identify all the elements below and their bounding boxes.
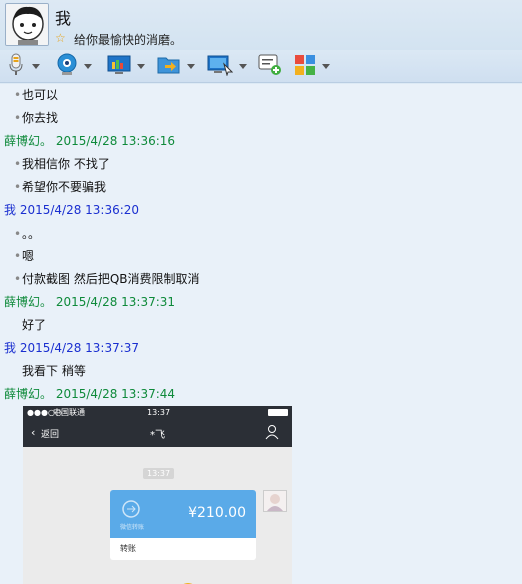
message-text: 也可以 [22, 88, 59, 102]
back-icon: ‹ [31, 426, 36, 439]
sender-timestamp: 我 2015/4/28 13:36:20 [4, 203, 140, 217]
message-text: 希望你不要骗我 [22, 180, 107, 194]
message-text: 你去找 [22, 111, 59, 125]
phone-nav-bar: ‹ 返回 *飞 [23, 419, 292, 447]
video-button[interactable] [56, 53, 92, 79]
chat-header: 我 ☆ 给你最愉快的消磨。 [0, 0, 522, 50]
chevron-down-icon[interactable] [322, 63, 330, 69]
message-text: 。。 [22, 227, 41, 241]
battery-icon [268, 409, 288, 416]
profile-icon [265, 424, 279, 443]
transfer-label: 转账 [120, 544, 136, 553]
sender-timestamp: 薛博幻。 2015/4/28 13:37:31 [4, 295, 176, 309]
chat-history[interactable]: • 也可以 • 你去找 薛博幻。 2015/4/28 13:36:16 • 我相… [0, 84, 522, 584]
avatar[interactable] [5, 3, 49, 46]
payment-screenshot-image[interactable]: ●●●○○ 中国联通 13:37 ‹ 返回 *飞 13:37 微信转账 ¥210… [23, 406, 292, 584]
back-label: 返回 [41, 430, 60, 440]
message-text: 好了 [22, 318, 47, 332]
voice-button[interactable] [6, 53, 40, 79]
signature-text: 给你最愉快的消磨。 [74, 33, 183, 47]
chat-title: *飞 [150, 430, 165, 441]
transfer-amount: ¥210.00 [188, 505, 246, 521]
transfer-card: 微信转账 ¥210.00 转账 [110, 490, 256, 560]
chevron-down-icon[interactable] [137, 63, 145, 69]
remote-desktop-icon [207, 54, 234, 79]
apps-icon [294, 54, 316, 79]
screen-share-icon [107, 54, 131, 79]
toolbar [0, 50, 522, 83]
sender-timestamp: 薛博幻。 2015/4/28 13:37:44 [4, 387, 176, 401]
file-transfer-icon [157, 54, 181, 79]
message-text: 付款截图 然后把QB消费限制取消 [22, 272, 200, 286]
chevron-down-icon[interactable] [239, 63, 247, 69]
sticker-image [163, 571, 213, 584]
star-icon: ☆ [55, 31, 66, 45]
status-time: 13:37 [147, 408, 171, 417]
sender-timestamp: 我 2015/4/28 13:37:37 [4, 341, 140, 355]
chevron-down-icon[interactable] [187, 63, 195, 69]
screen-share-button[interactable] [107, 53, 145, 79]
message-text: 我看下 稍等 [22, 364, 86, 378]
message-time: 13:37 [143, 468, 175, 479]
camera-icon [56, 53, 78, 80]
transfer-tag: 微信转账 [120, 524, 145, 531]
remote-desktop-button[interactable] [207, 53, 247, 79]
sender-timestamp: 薛博幻。 2015/4/28 13:36:16 [4, 134, 176, 148]
peer-avatar [263, 490, 287, 512]
message-text: 嗯 [22, 249, 35, 263]
transfer-icon [122, 500, 140, 521]
add-message-icon [258, 53, 282, 80]
phone-status-bar: ●●●○○ 中国联通 13:37 [23, 406, 292, 419]
file-transfer-button[interactable] [157, 53, 195, 79]
chevron-down-icon[interactable] [32, 63, 40, 69]
apps-button[interactable] [294, 53, 330, 79]
message-text: 我相信你 不找了 [22, 157, 110, 171]
chevron-down-icon[interactable] [84, 63, 92, 69]
add-message-button[interactable] [258, 53, 282, 79]
contact-name: 我 [55, 9, 72, 28]
carrier-text: 中国联通 [53, 408, 85, 417]
microphone-icon [6, 53, 26, 80]
